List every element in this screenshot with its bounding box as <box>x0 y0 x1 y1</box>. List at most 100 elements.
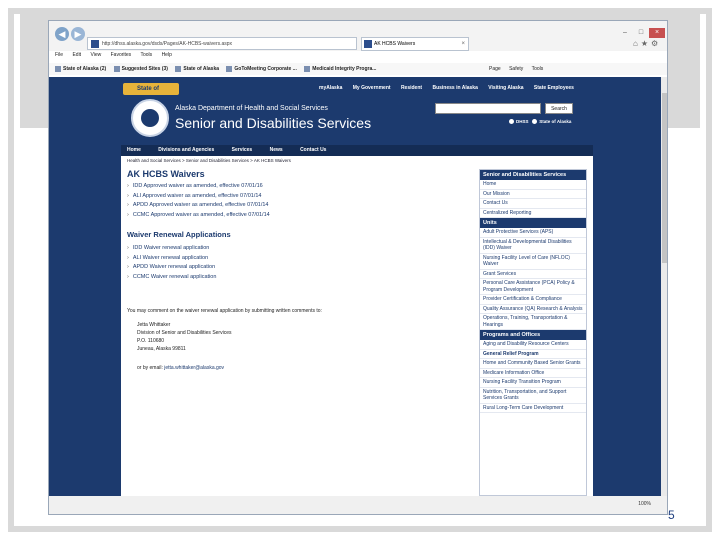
sidebar-item[interactable]: Our Mission <box>480 190 586 199</box>
site-nav: Home Divisions and Agencies Services New… <box>121 145 593 156</box>
sidebar-item[interactable]: Home and Community Based Senior Grants <box>480 359 586 369</box>
util-link[interactable]: Resident <box>401 85 422 91</box>
sidebar-item[interactable]: Intellectual & Developmental Disabilitie… <box>480 238 586 254</box>
state-seal-icon <box>131 99 169 137</box>
home-icon[interactable]: ⌂ <box>633 39 641 48</box>
list-item[interactable]: IDD Waiver renewal application <box>127 245 216 255</box>
util-link[interactable]: State Employees <box>534 85 574 91</box>
nav-home[interactable]: Home <box>127 147 141 153</box>
util-link[interactable]: Business in Alaska <box>432 85 477 91</box>
slide-frame-bottom <box>8 526 712 532</box>
sidebar-item[interactable]: Quality Assurance (QA) Research & Analys… <box>480 305 586 314</box>
state-of-alaska-logo[interactable]: State of Alaska <box>123 83 179 104</box>
radio-icon <box>532 119 538 125</box>
address-text: http://dhss.alaska.gov/dsds/Pages/AK-HCB… <box>102 41 233 47</box>
favorite-item[interactable]: Suggested Sites (3) <box>113 65 168 72</box>
address-line: P.O. 110680 <box>137 338 165 344</box>
status-bar: 100% <box>49 496 667 514</box>
search-input[interactable] <box>435 103 541 114</box>
menu-bar: File Edit View Favorites Tools Help <box>49 52 667 62</box>
back-button[interactable]: ◀ <box>55 27 69 41</box>
sidebar: Senior and Disabilities Services Home Ou… <box>479 169 587 496</box>
forward-button[interactable]: ▶ <box>71 27 85 41</box>
favorite-item[interactable]: State of Alaska <box>175 65 219 72</box>
tab-title: AK HCBS Waivers <box>374 41 416 47</box>
sidebar-item[interactable]: Nursing Facility Level of Care (NFLOC) W… <box>480 254 586 270</box>
favorite-item[interactable]: GoToMeeting Corporate ... <box>226 65 297 72</box>
menu-help[interactable]: Help <box>162 52 172 58</box>
menu-view[interactable]: View <box>90 52 101 58</box>
list-item[interactable]: APDD Approved waiver as amended, effecti… <box>127 202 270 212</box>
site-header: State of Alaska myAlaska My Government R… <box>121 77 593 145</box>
favorites-star-icon[interactable]: ★ <box>641 39 651 48</box>
address-bar[interactable]: http://dhss.alaska.gov/dsds/Pages/AK-HCB… <box>87 37 357 50</box>
sidebar-item[interactable]: Provider Certification & Compliance <box>480 295 586 305</box>
favorites-bar: State of Alaska (2) Suggested Sites (3) … <box>49 63 667 75</box>
list-item[interactable]: APDD Waiver renewal application <box>127 264 216 274</box>
list-item[interactable]: CCMC Approved waiver as amended, effecti… <box>127 212 270 222</box>
vertical-scrollbar[interactable] <box>661 77 667 496</box>
radio-state[interactable]: State of Alaska <box>532 119 571 125</box>
mailing-address: Jetta Whittaker Division of Senior and D… <box>137 322 232 354</box>
sidebar-item[interactable]: Nutrition, Transportation, and Support S… <box>480 388 586 404</box>
slide-frame-right <box>706 8 712 532</box>
breadcrumb[interactable]: Health and Social Services > Senior and … <box>127 158 291 163</box>
minimize-icon[interactable]: – <box>617 28 633 38</box>
sidebar-item[interactable]: Aging and Disability Resource Centers <box>480 340 586 350</box>
list-item[interactable]: CCMC Waiver renewal application <box>127 274 217 284</box>
nav-divisions[interactable]: Divisions and Agencies <box>158 147 214 153</box>
util-link[interactable]: Visiting Alaska <box>488 85 523 91</box>
menu-file[interactable]: File <box>55 52 63 58</box>
tab-close-icon[interactable]: × <box>461 38 465 50</box>
sidebar-item[interactable]: Centralized Reporting <box>480 209 586 218</box>
command-bar: Page Safety Tools <box>489 63 550 75</box>
sidebar-item[interactable]: Grant Services <box>480 270 586 279</box>
slide-frame-left <box>8 8 14 532</box>
browser-tab[interactable]: AK HCBS Waivers × <box>361 37 469 51</box>
zoom-level[interactable]: 100% <box>638 501 651 507</box>
tab-favicon-icon <box>364 40 372 48</box>
scroll-thumb[interactable] <box>662 93 667 263</box>
sidebar-heading: Programs and Offices <box>480 330 586 340</box>
util-link[interactable]: My Government <box>353 85 391 91</box>
address-line: Jetta Whittaker <box>137 322 171 328</box>
sidebar-item[interactable]: Contact Us <box>480 199 586 209</box>
maximize-icon[interactable]: □ <box>633 28 649 38</box>
radio-dhss[interactable]: DHSS <box>509 119 529 125</box>
list-item[interactable]: ALI Approved waiver as amended, effectiv… <box>127 193 270 203</box>
command-safety[interactable]: Safety <box>509 66 523 72</box>
site-favicon-icon <box>91 40 99 48</box>
sidebar-item[interactable]: Adult Protective Services (APS) <box>480 228 586 238</box>
command-tools[interactable]: Tools <box>532 66 544 72</box>
settings-gear-icon[interactable]: ⚙ <box>651 39 661 48</box>
sidebar-heading: Units <box>480 218 586 228</box>
util-link[interactable]: myAlaska <box>319 85 342 91</box>
email-link[interactable]: jetta.whittaker@alaska.gov <box>164 365 224 371</box>
address-line: Juneau, Alaska 99811 <box>137 346 186 352</box>
nav-news[interactable]: News <box>270 147 283 153</box>
sidebar-item[interactable]: General Relief Program <box>480 350 586 359</box>
list-item[interactable]: ALI Waiver renewal application <box>127 255 216 265</box>
menu-tools[interactable]: Tools <box>140 52 152 58</box>
renewal-apps-list: IDD Waiver renewal application ALI Waive… <box>127 245 217 284</box>
sidebar-item[interactable]: Operations, Training, Transportation & H… <box>480 314 586 330</box>
list-item[interactable]: IDD Approved waiver as amended, effectiv… <box>127 183 270 193</box>
radio-icon <box>509 119 514 125</box>
email-prefix: or by email: <box>137 365 163 371</box>
sidebar-item[interactable]: Home <box>480 180 586 190</box>
browser-window: ◀ ▶ http://dhss.alaska.gov/dsds/Pages/AK… <box>48 20 668 515</box>
sidebar-item[interactable]: Personal Care Assistance (PCA) Policy & … <box>480 279 586 295</box>
sidebar-item[interactable]: Medicare Information Office <box>480 369 586 378</box>
favorite-icon <box>226 65 233 72</box>
favorite-item[interactable]: State of Alaska (2) <box>55 65 106 72</box>
favorite-item[interactable]: Medicaid Integrity Progra... <box>304 65 376 72</box>
sidebar-item[interactable]: Rural Long-Term Care Development <box>480 404 586 413</box>
nav-contact[interactable]: Contact Us <box>300 147 326 153</box>
sidebar-item[interactable]: Nursing Facility Transition Program <box>480 378 586 388</box>
close-icon[interactable]: × <box>649 28 665 38</box>
menu-edit[interactable]: Edit <box>72 52 81 58</box>
menu-favorites[interactable]: Favorites <box>111 52 132 58</box>
nav-services[interactable]: Services <box>232 147 253 153</box>
command-page[interactable]: Page <box>489 66 501 72</box>
search-button[interactable]: Search <box>545 103 573 114</box>
